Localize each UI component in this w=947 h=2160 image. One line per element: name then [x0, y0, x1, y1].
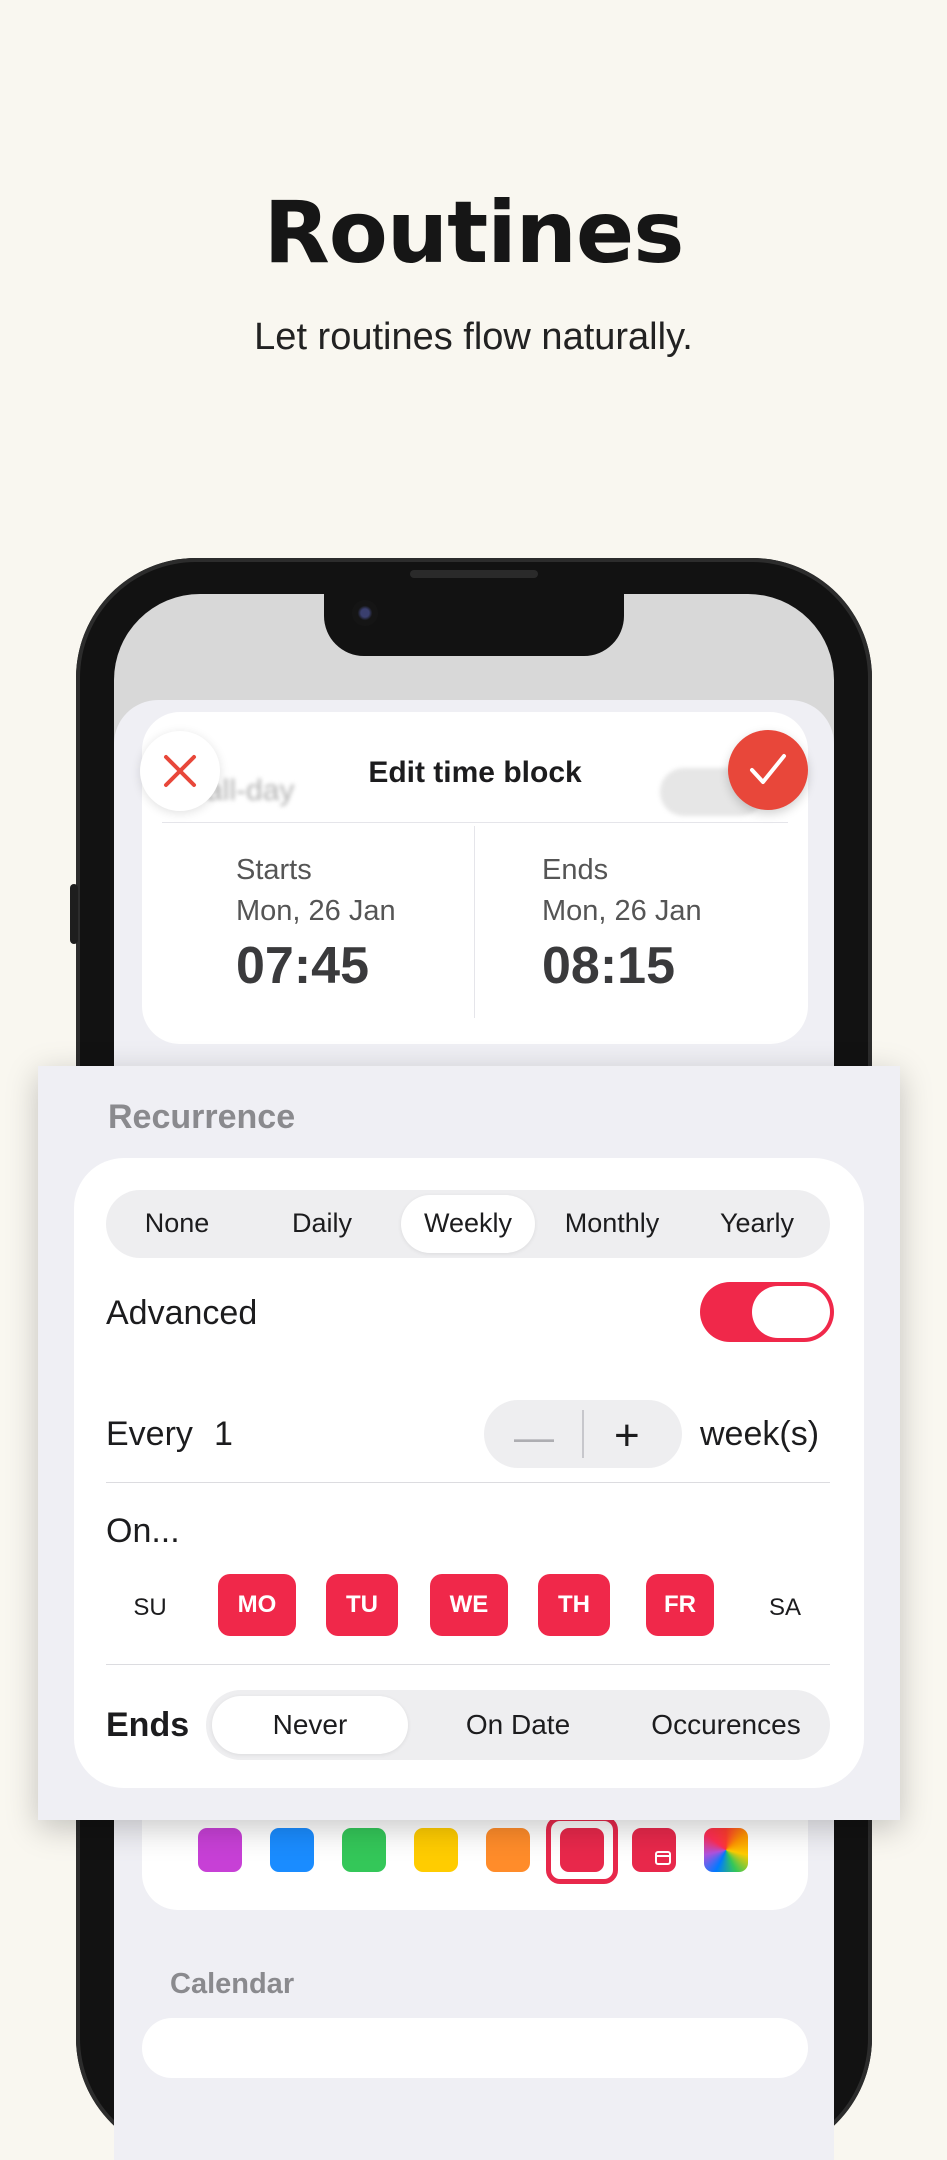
- ends-option-occurences[interactable]: Occurences: [628, 1711, 824, 1739]
- ends-option-never[interactable]: Never: [212, 1711, 408, 1739]
- close-icon: [164, 755, 196, 787]
- color-swatch-green[interactable]: [342, 1828, 386, 1872]
- day-sa[interactable]: SA: [755, 1594, 815, 1622]
- day-th[interactable]: TH: [538, 1574, 610, 1636]
- starts-date: Mon, 26 Jan: [236, 895, 396, 927]
- every-label: Every: [106, 1415, 193, 1453]
- checkmark-icon: [750, 754, 786, 784]
- starts-label: Starts: [236, 854, 312, 886]
- front-camera-icon: [352, 600, 378, 626]
- color-swatch-purple[interactable]: [198, 1828, 242, 1872]
- recurrence-title: Recurrence: [108, 1098, 296, 1136]
- ends-time: 08:15: [542, 937, 675, 995]
- advanced-label: Advanced: [106, 1294, 258, 1332]
- calendar-color-icon[interactable]: [632, 1828, 676, 1872]
- ends-block[interactable]: Ends Mon, 26 Jan 08:15: [542, 854, 702, 995]
- hero-subtitle: Let routines flow naturally.: [254, 316, 693, 358]
- hero-title: Routines: [263, 183, 685, 283]
- on-label: On...: [106, 1512, 180, 1550]
- every-value: 1: [214, 1415, 233, 1453]
- day-we[interactable]: WE: [430, 1574, 508, 1636]
- sheet-title: Edit time block: [368, 756, 582, 789]
- frequency-option-yearly[interactable]: Yearly: [690, 1210, 824, 1237]
- card-divider: [162, 822, 788, 823]
- phone-speaker: [410, 570, 538, 578]
- frequency-option-none[interactable]: None: [110, 1210, 244, 1237]
- stepper-plus-button[interactable]: +: [614, 1414, 640, 1458]
- card-divider-vertical: [474, 826, 475, 1018]
- day-mo[interactable]: MO: [218, 1574, 296, 1636]
- calendar-section-label: Calendar: [170, 1968, 295, 2000]
- frequency-option-daily[interactable]: Daily: [255, 1210, 389, 1237]
- day-su[interactable]: SU: [120, 1594, 180, 1622]
- advanced-toggle-knob: [752, 1286, 830, 1338]
- starts-block[interactable]: Starts Mon, 26 Jan 07:45: [236, 854, 396, 995]
- starts-time: 07:45: [236, 937, 369, 995]
- ends-date: Mon, 26 Jan: [542, 895, 702, 927]
- frequency-option-monthly[interactable]: Monthly: [545, 1210, 679, 1237]
- every-unit: week(s): [700, 1415, 820, 1453]
- day-tu[interactable]: TU: [326, 1574, 398, 1636]
- color-swatch-yellow[interactable]: [414, 1828, 458, 1872]
- row-separator: [106, 1482, 830, 1483]
- custom-color-icon[interactable]: [704, 1828, 748, 1872]
- stepper-divider: [582, 1410, 584, 1458]
- ends-option-on-date[interactable]: On Date: [420, 1711, 616, 1739]
- calendar-card: [142, 2018, 808, 2078]
- stepper-minus-button[interactable]: —: [514, 1418, 554, 1458]
- color-swatch-red[interactable]: [560, 1828, 604, 1872]
- confirm-button[interactable]: [728, 730, 808, 810]
- ends-label: Ends: [542, 854, 609, 886]
- frequency-option-weekly[interactable]: Weekly: [401, 1210, 535, 1237]
- color-swatch-orange[interactable]: [486, 1828, 530, 1872]
- phone-side-button: [70, 884, 78, 944]
- ends-row-label: Ends: [106, 1706, 190, 1744]
- day-fr[interactable]: FR: [646, 1574, 714, 1636]
- color-swatch-blue[interactable]: [270, 1828, 314, 1872]
- close-button[interactable]: [140, 731, 220, 811]
- row-separator: [106, 1664, 830, 1665]
